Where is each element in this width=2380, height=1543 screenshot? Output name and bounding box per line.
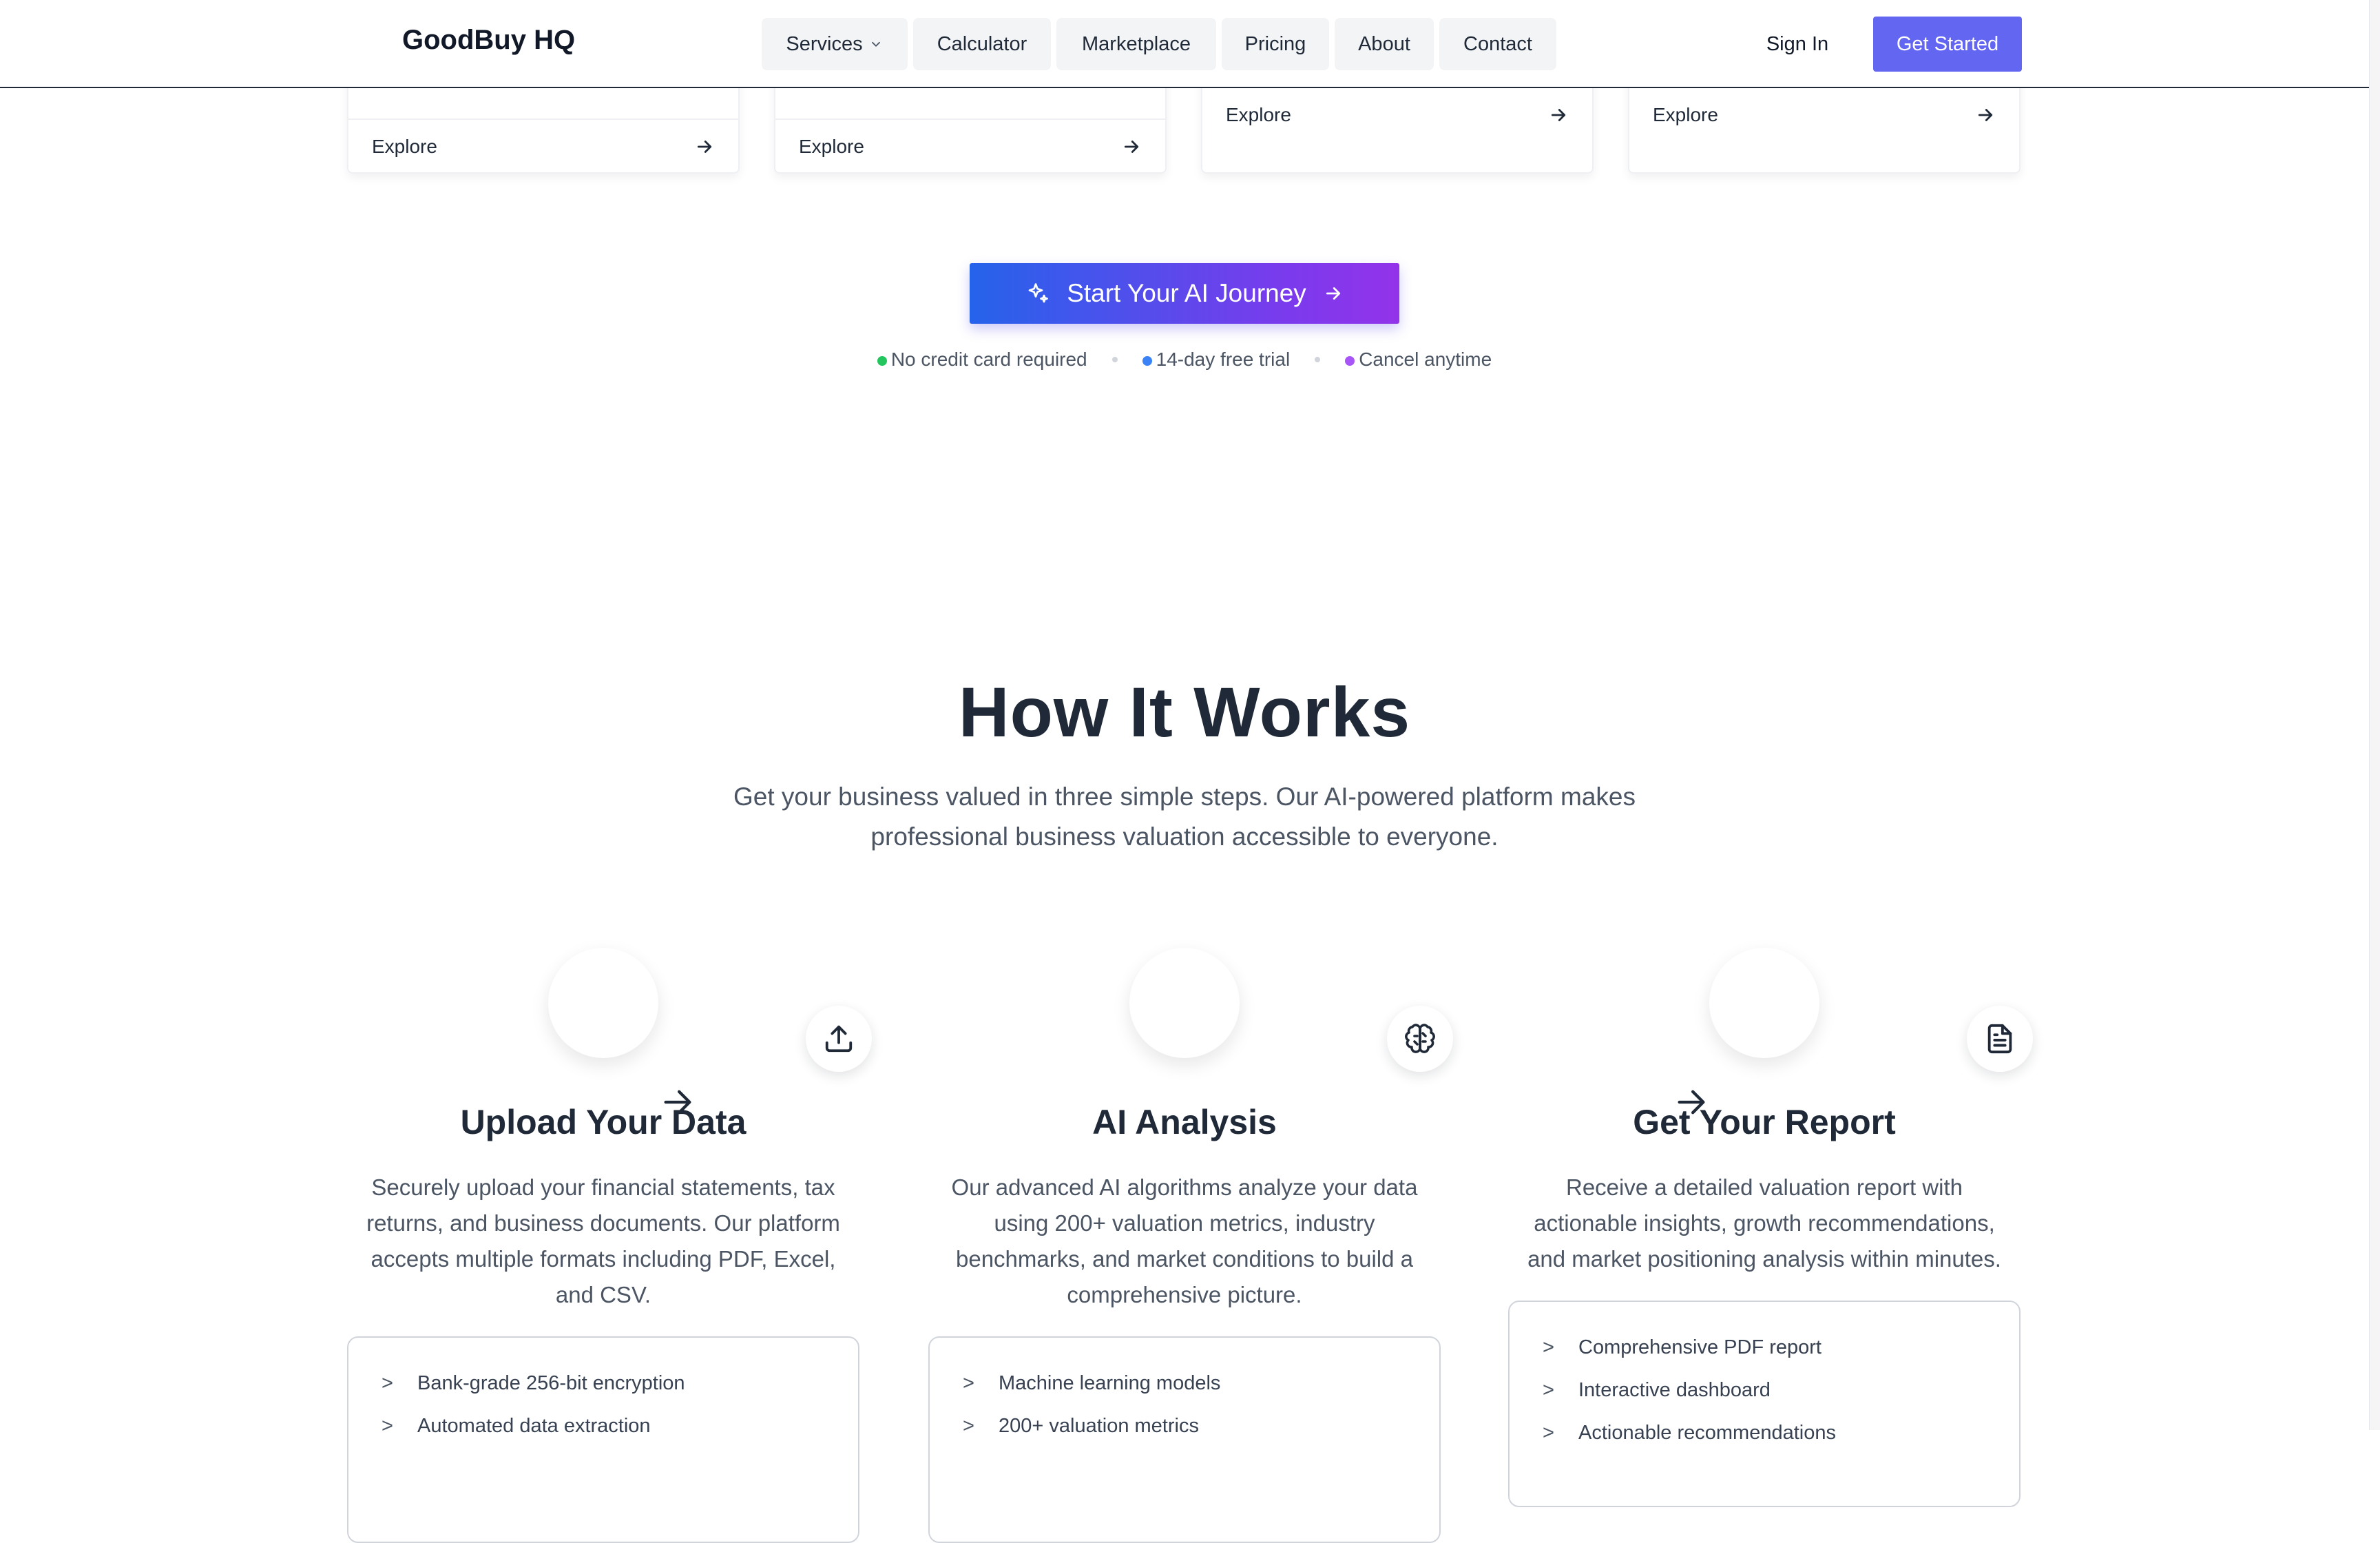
step-1-description: Securely upload your financial statement… bbox=[366, 1174, 840, 1307]
start-ai-journey-button[interactable]: Start Your AI Journey bbox=[970, 263, 1399, 324]
sign-in-link[interactable]: Sign In bbox=[1749, 18, 1846, 70]
purple-dot-icon bbox=[1345, 355, 1355, 366]
step-3-number-circle bbox=[1709, 948, 1819, 1058]
feature-label: 200+ valuation metrics bbox=[999, 1415, 1199, 1437]
chevron-right-icon: > bbox=[1543, 1336, 1554, 1358]
feature-item: > Comprehensive PDF report bbox=[1543, 1336, 1821, 1359]
feature-item: >200+ valuation metrics bbox=[963, 1415, 1199, 1438]
step-2-features: > Machine learning models >200+ valuation… bbox=[928, 1336, 1441, 1543]
step-2-icon-badge bbox=[1387, 1006, 1453, 1072]
explore-link[interactable]: Explore bbox=[1629, 87, 2019, 142]
separator-dot bbox=[1111, 357, 1118, 362]
chevron-right-icon: > bbox=[382, 1415, 393, 1437]
nav-about-label: About bbox=[1358, 32, 1410, 55]
nav-contact[interactable]: Contact bbox=[1439, 18, 1556, 70]
brand-logo[interactable]: GoodBuy HQ bbox=[402, 25, 575, 56]
nav-services-label: Services bbox=[786, 32, 863, 55]
nav-services[interactable]: Services bbox=[762, 18, 908, 70]
chevron-down-icon bbox=[871, 41, 880, 48]
get-started-button[interactable]: Get Started bbox=[1873, 17, 2022, 72]
step-1-features: > Bank-grade 256-bit encryption > Automate… bbox=[347, 1336, 859, 1543]
brain-icon bbox=[1405, 1024, 1435, 1053]
top-nav: GoodBuy HQ Services Calculator Marketpla… bbox=[0, 0, 2369, 88]
nav-pricing-label: Pricing bbox=[1244, 32, 1306, 55]
document-icon bbox=[1987, 1024, 2012, 1054]
explore-label: Explore bbox=[1226, 104, 1291, 125]
explore-link[interactable]: Explore bbox=[348, 118, 738, 174]
step-3-description: Receive a detailed valuation report with… bbox=[1527, 1174, 2001, 1272]
feature-label: Bank-grade 256-bit encryption bbox=[417, 1372, 685, 1394]
upload-icon bbox=[825, 1025, 853, 1053]
nav-marketplace-label: Marketplace bbox=[1082, 32, 1191, 55]
feature-item: > Automated data extraction bbox=[382, 1415, 651, 1438]
nav-contact-label: Contact bbox=[1463, 32, 1532, 55]
feature-item: > Interactive dashboard bbox=[1543, 1379, 1771, 1402]
step-1-icon-badge bbox=[806, 1006, 872, 1072]
feature-label: Interactive dashboard bbox=[1578, 1379, 1771, 1401]
green-dot-icon bbox=[877, 355, 887, 366]
perk-text: Cancel anytime bbox=[1359, 349, 1492, 370]
nav-calculator-label: Calculator bbox=[937, 32, 1027, 55]
perk-free-trial: 14-day free trial bbox=[1142, 349, 1291, 371]
nav-pricing[interactable]: Pricing bbox=[1222, 18, 1329, 70]
step-2-title: AI Analysis bbox=[1092, 1103, 1277, 1141]
chevron-right-icon: > bbox=[963, 1415, 974, 1437]
perk-text: No credit card required bbox=[890, 349, 1087, 370]
feature-item: > Bank-grade 256-bit encryption bbox=[382, 1372, 685, 1395]
sparkles-icon bbox=[1028, 283, 1049, 303]
nav-marketplace[interactable]: Marketplace bbox=[1056, 18, 1216, 70]
how-it-works-title: How It Works bbox=[958, 673, 1411, 752]
perk-text: 14-day free trial bbox=[1156, 349, 1291, 370]
feature-item: > Actionable recommendations bbox=[1543, 1422, 1836, 1444]
blue-dot-icon bbox=[1142, 355, 1152, 366]
cta-perks: No credit card required 14-day free tria… bbox=[861, 346, 1508, 373]
explore-link[interactable]: Explore bbox=[1202, 87, 1592, 142]
arrow-right-icon bbox=[1978, 109, 1993, 121]
chevron-right-icon: > bbox=[963, 1372, 974, 1394]
step-2-number-circle bbox=[1129, 948, 1240, 1058]
separator-dot bbox=[1315, 357, 1321, 362]
page-scrollbar[interactable] bbox=[2369, 0, 2380, 1430]
feature-label: Comprehensive PDF report bbox=[1578, 1336, 1821, 1358]
perk-cancel-anytime: Cancel anytime bbox=[1345, 349, 1492, 371]
perk-no-credit-card: No credit card required bbox=[877, 349, 1087, 371]
explore-label: Explore bbox=[1653, 104, 1718, 125]
arrow-right-icon bbox=[1326, 287, 1340, 300]
explore-label: Explore bbox=[372, 136, 437, 157]
step-1-title: Upload Your Data bbox=[460, 1103, 747, 1141]
nav-about[interactable]: About bbox=[1335, 18, 1434, 70]
chevron-right-icon: > bbox=[382, 1372, 393, 1394]
step-3-title: Get Your Report bbox=[1633, 1103, 1896, 1141]
step-2-description: Our advanced AI algorithms analyze your … bbox=[951, 1174, 1418, 1307]
chevron-right-icon: > bbox=[1543, 1379, 1554, 1401]
feature-label: Machine learning models bbox=[999, 1372, 1221, 1394]
feature-item: > Machine learning models bbox=[963, 1372, 1220, 1395]
explore-link[interactable]: Explore bbox=[775, 118, 1165, 174]
step-3-features: > Comprehensive PDF report > Interactive d… bbox=[1508, 1301, 2021, 1507]
arrow-right-icon bbox=[1124, 141, 1139, 153]
arrow-right-icon bbox=[1551, 109, 1566, 121]
how-it-works-lead: Get your business valued in three simple… bbox=[733, 783, 1636, 851]
nav-calculator[interactable]: Calculator bbox=[913, 18, 1051, 70]
step-1-number-circle bbox=[548, 948, 658, 1058]
cta-label: Start Your AI Journey bbox=[1067, 279, 1306, 307]
step-3-icon-badge bbox=[1967, 1006, 2033, 1072]
feature-label: Automated data extraction bbox=[417, 1415, 651, 1437]
explore-label: Explore bbox=[799, 136, 864, 157]
feature-label: Actionable recommendations bbox=[1578, 1422, 1836, 1444]
arrow-right-icon bbox=[697, 141, 712, 153]
chevron-right-icon: > bbox=[1543, 1422, 1554, 1444]
